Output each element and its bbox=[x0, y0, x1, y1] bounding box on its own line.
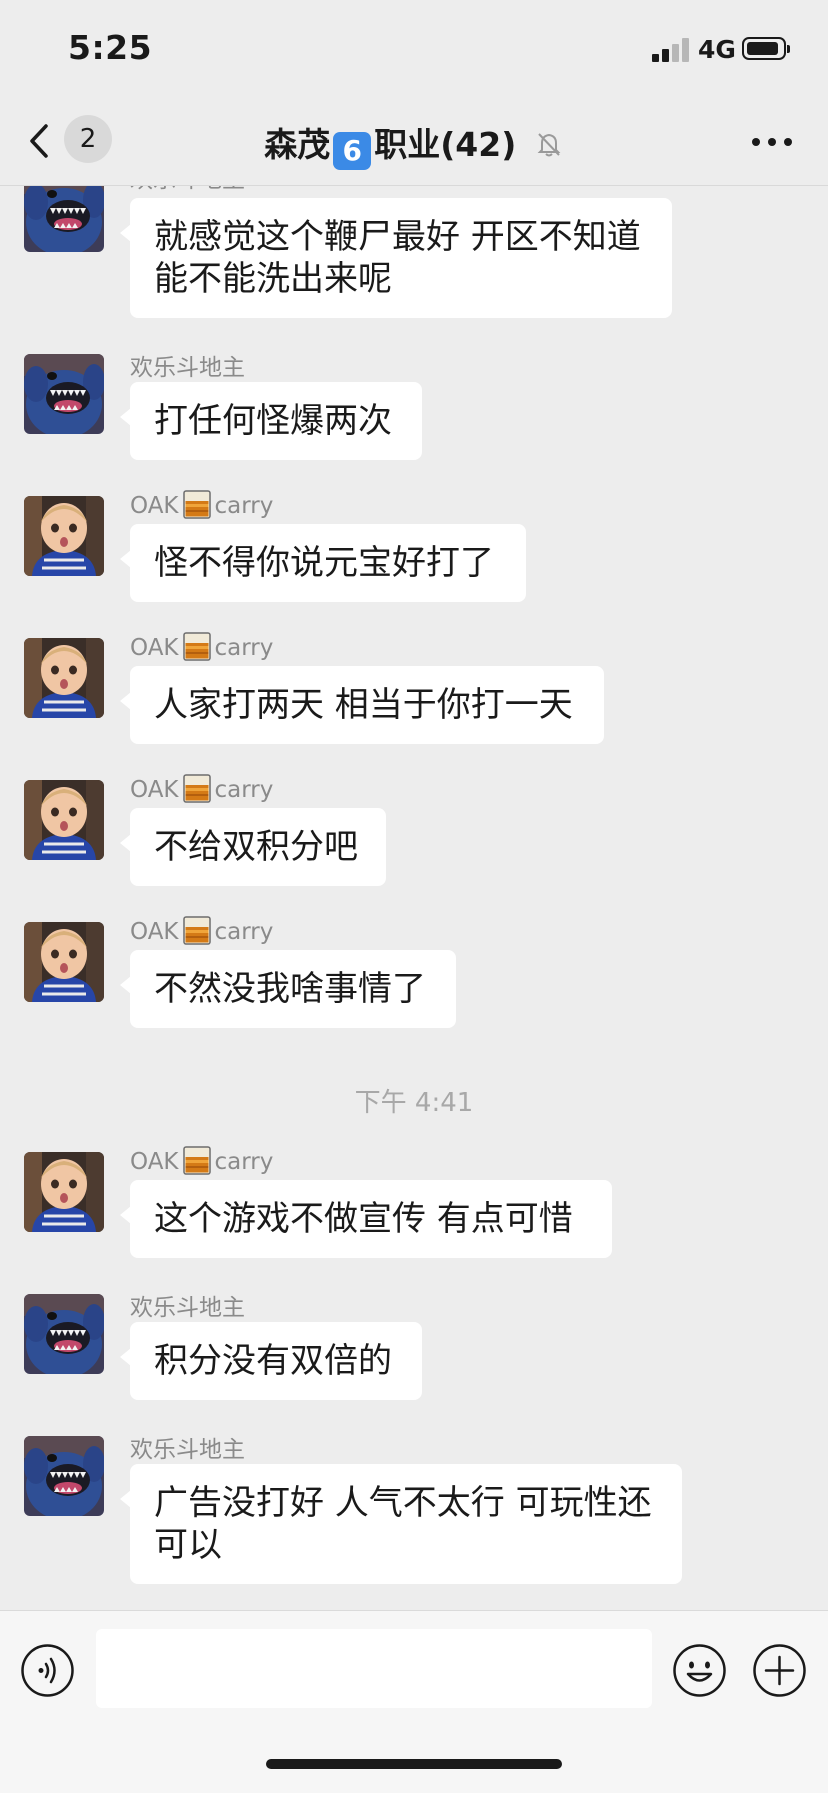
whisky-glass-icon bbox=[183, 774, 211, 803]
status-time: 5:25 bbox=[68, 28, 153, 67]
chat-title-prefix: 森茂 bbox=[264, 125, 331, 164]
more-button[interactable] bbox=[744, 120, 800, 160]
message-bubble[interactable]: 广告没打好 人气不太行 可玩性还 可以 bbox=[120, 1464, 682, 1584]
message-sender: OAK carry bbox=[130, 1146, 273, 1175]
sender-name-part: OAK bbox=[130, 493, 179, 519]
sender-name-part: carry bbox=[214, 493, 274, 519]
whisky-glass-icon bbox=[183, 632, 211, 661]
avatar-image bbox=[24, 1436, 104, 1516]
message-text-line: 就感觉这个鞭尸最好 开区不知道 bbox=[154, 217, 641, 257]
network-type: 4G bbox=[698, 35, 736, 64]
message-text-line: 能不能洗出来呢 bbox=[154, 259, 392, 299]
message-sender: 欢乐斗地主 bbox=[130, 1437, 245, 1463]
more-actions-button[interactable] bbox=[752, 1643, 807, 1698]
message-sender: OAK carry bbox=[130, 916, 273, 945]
bell-off-icon bbox=[537, 133, 561, 157]
voice-icon bbox=[21, 1644, 74, 1697]
avatar-image bbox=[24, 1294, 104, 1374]
message-bubble[interactable]: 不然没我啥事情了 bbox=[120, 950, 456, 1028]
avatar[interactable] bbox=[24, 1294, 104, 1374]
whisky-glass-icon bbox=[183, 490, 211, 519]
sender-name-part: carry bbox=[214, 919, 274, 945]
home-indicator bbox=[266, 1759, 562, 1769]
whisky-glass-icon bbox=[183, 916, 211, 945]
avatar-image bbox=[24, 922, 104, 1002]
plus-icon bbox=[753, 1644, 806, 1697]
sender-name-part: carry bbox=[214, 777, 274, 803]
message-list[interactable]: 欢乐斗地主 就感觉这个鞭尸最好 开区不知道 能不能洗出来呢 欢乐斗地主 打任何怪… bbox=[0, 186, 828, 1610]
status-bar: 5:25 4G bbox=[0, 0, 828, 100]
message-sender: OAK carry bbox=[130, 490, 273, 519]
sender-name-part: OAK bbox=[130, 1149, 179, 1175]
message-text-line: 可以 bbox=[154, 1525, 222, 1565]
chat-title-suffix: 职业(42) bbox=[374, 125, 517, 164]
avatar[interactable] bbox=[24, 1152, 104, 1232]
emoji-icon bbox=[673, 1644, 726, 1697]
avatar[interactable] bbox=[24, 354, 104, 434]
avatar-image bbox=[24, 496, 104, 576]
avatar[interactable] bbox=[24, 496, 104, 576]
avatar[interactable] bbox=[24, 186, 104, 252]
message-input[interactable] bbox=[96, 1629, 652, 1708]
message-bubble[interactable]: 不给双积分吧 bbox=[120, 808, 386, 886]
sender-name-part: carry bbox=[214, 1149, 274, 1175]
avatar[interactable] bbox=[24, 1436, 104, 1516]
avatar-image bbox=[24, 638, 104, 718]
message-sender: 欢乐斗地主 bbox=[130, 186, 245, 194]
emoji-button[interactable] bbox=[672, 1643, 727, 1698]
message-sender: 欢乐斗地主 bbox=[130, 1295, 245, 1321]
chat-title: 森茂 6 职业(42) bbox=[0, 118, 828, 170]
avatar-image bbox=[24, 186, 104, 252]
signal-icon bbox=[652, 38, 692, 62]
message-bubble[interactable]: 打任何怪爆两次 bbox=[120, 382, 422, 460]
message-text-line: 广告没打好 人气不太行 可玩性还 bbox=[154, 1483, 652, 1523]
avatar-image bbox=[24, 1152, 104, 1232]
avatar[interactable] bbox=[24, 780, 104, 860]
sender-name-part: OAK bbox=[130, 919, 179, 945]
sender-name-part: OAK bbox=[130, 635, 179, 661]
whisky-glass-icon bbox=[183, 1146, 211, 1175]
message-sender: OAK carry bbox=[130, 774, 273, 803]
voice-button[interactable] bbox=[20, 1643, 75, 1698]
sender-name-part: OAK bbox=[130, 777, 179, 803]
avatar-image bbox=[24, 780, 104, 860]
message-sender: OAK carry bbox=[130, 632, 273, 661]
message-bubble[interactable]: 怪不得你说元宝好打了 bbox=[120, 524, 526, 602]
number-badge: 6 bbox=[333, 132, 372, 170]
message-bubble[interactable]: 就感觉这个鞭尸最好 开区不知道 能不能洗出来呢 bbox=[120, 198, 672, 318]
input-bar bbox=[0, 1610, 828, 1793]
message-bubble[interactable]: 积分没有双倍的 bbox=[120, 1322, 422, 1400]
avatar[interactable] bbox=[24, 922, 104, 1002]
avatar-image bbox=[24, 354, 104, 434]
time-divider: 下午 4:41 bbox=[354, 1088, 474, 1118]
avatar[interactable] bbox=[24, 638, 104, 718]
chat-header: 2 森茂 6 职业(42) bbox=[0, 100, 828, 186]
sender-name-part: carry bbox=[214, 635, 274, 661]
message-sender: 欢乐斗地主 bbox=[130, 355, 245, 381]
message-bubble[interactable]: 这个游戏不做宣传 有点可惜 bbox=[120, 1180, 612, 1258]
battery-icon bbox=[742, 37, 790, 60]
message-bubble[interactable]: 人家打两天 相当于你打一天 bbox=[120, 666, 604, 744]
